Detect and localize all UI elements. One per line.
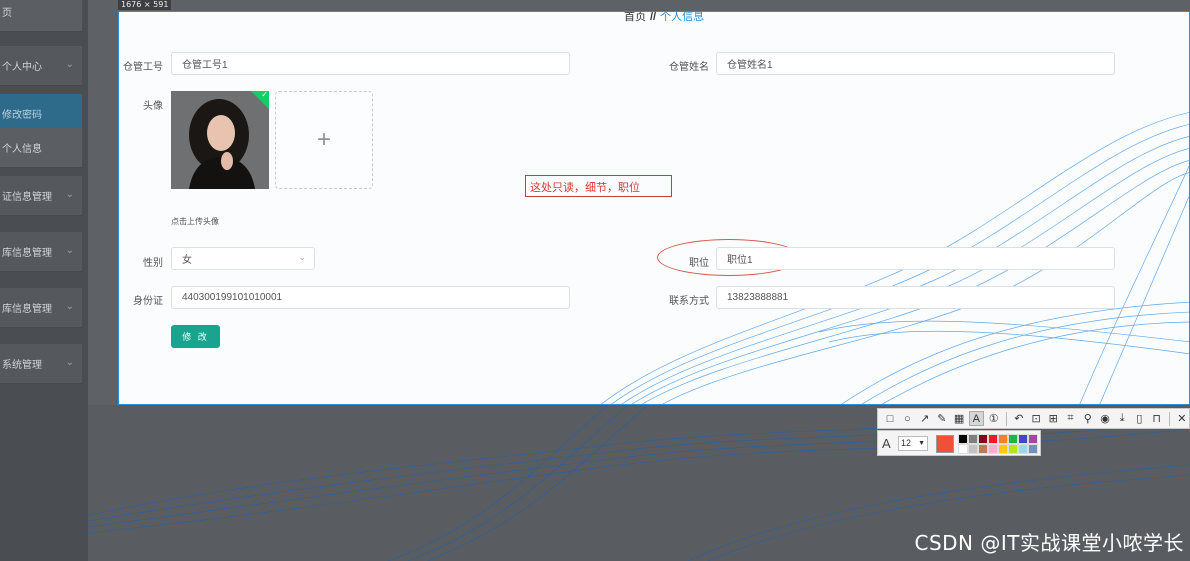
id-card-label: 身份证 — [133, 296, 163, 307]
color-swatch[interactable] — [1008, 434, 1018, 444]
color-swatch[interactable] — [988, 434, 998, 444]
staff-id-input[interactable]: 仓管工号1 — [171, 52, 570, 75]
staff-id-label: 仓管工号 — [123, 62, 163, 73]
number-icon[interactable]: ① — [987, 411, 1001, 426]
modify-button[interactable]: 修 改 — [171, 325, 220, 348]
chevron-down-icon: ⌄ — [65, 301, 74, 312]
chevron-down-icon: ⌄ — [298, 252, 306, 262]
save-icon[interactable]: ▯ — [1132, 411, 1146, 426]
color-swatch[interactable] — [998, 434, 1008, 444]
sidebar-item-label: 个人信息 — [2, 144, 42, 155]
id-card-input[interactable]: 440300199101010001 — [171, 286, 570, 309]
color-swatch[interactable] — [958, 444, 968, 454]
breadcrumb-separator: // — [650, 11, 657, 23]
check-icon: ✓ — [261, 91, 268, 99]
breadcrumb-current: 个人信息 — [660, 11, 705, 23]
color-swatch[interactable] — [988, 444, 998, 454]
pin-icon[interactable]: ⊡ — [1029, 411, 1043, 426]
avatar-label: 头像 — [143, 101, 163, 112]
pencil-icon[interactable]: ✎ — [935, 411, 949, 426]
ocr-icon[interactable]: ⊞ — [1046, 411, 1060, 426]
sidebar-item-cert-management[interactable]: 证信息管理 ⌄ — [0, 176, 82, 216]
position-input[interactable]: 职位1 — [716, 247, 1115, 270]
gender-select[interactable]: 女 ⌄ — [171, 247, 315, 270]
staff-name-input[interactable]: 仓管姓名1 — [716, 52, 1115, 75]
sidebar-item-label: 页 — [2, 8, 12, 19]
color-swatch[interactable] — [1008, 444, 1018, 454]
bookmark-icon[interactable]: ⊓ — [1150, 411, 1164, 426]
plus-icon: + — [316, 126, 331, 153]
font-size-select[interactable]: 12 ▼ — [898, 436, 928, 451]
sidebar-item-label: 修改密码 — [2, 110, 42, 121]
font-icon: A — [882, 436, 891, 451]
font-size-value: 12 — [901, 438, 912, 448]
sidebar-item-inbound-management[interactable]: 库信息管理 ⌄ — [0, 232, 82, 272]
sidebar-item-system-management[interactable]: 系统管理 ⌄ — [0, 344, 82, 384]
position-label: 职位 — [689, 258, 709, 269]
undo-icon[interactable]: ↶ — [1012, 411, 1026, 426]
upload-hint: 点击上传头像 — [171, 217, 219, 226]
staff-name-label: 仓管姓名 — [669, 62, 709, 73]
color-swatch[interactable] — [968, 444, 978, 454]
text-icon[interactable]: A — [969, 411, 984, 426]
color-swatch[interactable] — [998, 444, 1008, 454]
sticker-icon[interactable]: ⚲ — [1081, 411, 1095, 426]
gender-label: 性别 — [143, 258, 163, 269]
sidebar-item-personal-info[interactable]: 个人信息 — [0, 128, 82, 168]
current-color-swatch[interactable] — [936, 435, 954, 453]
sidebar: 页 个人中心 ⌄ 修改密码 个人信息 证信息管理 ⌄ 库信息管理 ⌄ 库信息管理 ⌄ 系… — [0, 0, 88, 561]
chevron-down-icon: ⌄ — [65, 245, 74, 256]
phone-label: 联系方式 — [669, 296, 709, 307]
toolbar-divider — [1005, 411, 1007, 426]
caret-down-icon: ▼ — [918, 440, 925, 447]
gender-value: 女 — [182, 255, 192, 266]
text-style-toolbar: A 12 ▼ — [877, 430, 1041, 456]
color-swatch[interactable] — [1018, 434, 1028, 444]
sidebar-item-label: 个人中心 — [2, 62, 42, 73]
avatar-upload-button[interactable]: + — [275, 91, 373, 189]
breadcrumb: 首页 //个人信息 — [624, 11, 705, 24]
record-icon[interactable]: ◉ — [1098, 411, 1112, 426]
color-swatch[interactable] — [1028, 444, 1038, 454]
chevron-down-icon: ⌄ — [65, 59, 74, 70]
sidebar-item-home[interactable]: 页 — [0, 0, 82, 32]
watermark: CSDN @IT实战课堂小哝学长 — [914, 531, 1184, 555]
phone-input[interactable]: 13823888881 — [716, 286, 1115, 309]
color-swatch[interactable] — [978, 434, 988, 444]
chevron-down-icon: ⌄ — [65, 357, 74, 368]
color-swatch[interactable] — [968, 434, 978, 444]
sidebar-item-personal-center[interactable]: 个人中心 ⌄ — [0, 46, 82, 86]
color-swatch[interactable] — [1018, 444, 1028, 454]
capture-region[interactable]: 首页 //个人信息 仓管工号 仓管工号1 仓管姓名 仓管姓名1 头像 ✓ + 点击… — [118, 11, 1190, 405]
selection-size-label: 1676 × 591 — [118, 0, 172, 10]
color-swatch[interactable] — [1028, 434, 1038, 444]
ellipse-icon[interactable]: ○ — [900, 411, 914, 426]
color-swatch[interactable] — [978, 444, 988, 454]
color-palette — [958, 434, 1038, 454]
sidebar-item-label: 证信息管理 — [2, 192, 52, 203]
mosaic-icon[interactable]: ▦ — [952, 411, 966, 426]
color-swatch[interactable] — [958, 434, 968, 444]
chevron-down-icon: ⌄ — [65, 189, 74, 200]
toolbar-divider — [1168, 411, 1170, 426]
sidebar-item-label: 系统管理 — [2, 360, 42, 371]
screenshot-toolbar: □ ○ ↗ ✎ ▦ A ① ↶ ⊡ ⊞ ⌗ ⚲ ◉ ⤓ ▯ ⊓ ✕ — [877, 408, 1190, 429]
download-icon[interactable]: ⤓ — [1115, 411, 1129, 426]
sidebar-item-outbound-management[interactable]: 库信息管理 ⌄ — [0, 288, 82, 328]
arrow-icon[interactable]: ↗ — [917, 411, 931, 426]
rect-icon[interactable]: □ — [883, 411, 897, 426]
sidebar-item-label: 库信息管理 — [2, 248, 52, 259]
sidebar-item-label: 库信息管理 — [2, 304, 52, 315]
scan-icon[interactable]: ⌗ — [1063, 411, 1077, 426]
close-icon[interactable]: ✕ — [1175, 411, 1189, 426]
avatar-image[interactable]: ✓ — [171, 91, 269, 189]
annotation-text-box[interactable]: 这处只读，细节，职位 — [525, 175, 672, 197]
breadcrumb-home[interactable]: 首页 — [624, 12, 646, 23]
